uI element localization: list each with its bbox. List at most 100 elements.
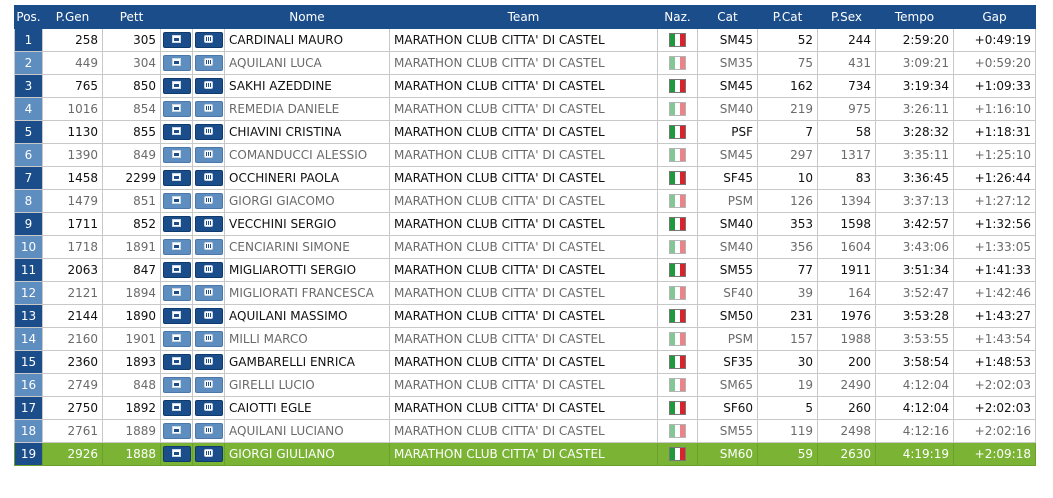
table-row[interactable]: 9 1711 852 VECCHINI SERGIO MARATHON CLUB CIT… <box>14 212 1036 236</box>
photo-icon[interactable] <box>162 262 191 278</box>
col-psex[interactable]: P.Sex <box>817 5 876 29</box>
video-icon[interactable] <box>194 124 223 140</box>
row-cat: SM55 <box>697 419 758 443</box>
photo-icon[interactable] <box>162 308 191 324</box>
table-row[interactable]: 10 1718 1891 CENCIARINI SIMONE MARATHON CLUB… <box>14 235 1036 259</box>
table-row[interactable]: 14 2160 1901 MILLI MARCO MARATHON CLUB CITTA… <box>14 327 1036 351</box>
table-row[interactable]: 5 1130 855 CHIAVINI CRISTINA MARATHON CLUB C… <box>14 120 1036 144</box>
photo-icon[interactable] <box>162 124 191 140</box>
table-row[interactable]: 12 2121 1894 MIGLIORATI FRANCESCA MARATHON C… <box>14 281 1036 305</box>
table-row[interactable]: 13 2144 1890 AQUILANI MASSIMO MARATHON CLUB … <box>14 304 1036 328</box>
col-tempo[interactable]: Tempo <box>875 5 954 29</box>
video-icon[interactable] <box>194 285 223 301</box>
row-name[interactable]: CAIOTTI EGLE <box>224 396 390 420</box>
col-pcat[interactable]: P.Cat <box>757 5 818 29</box>
table-row[interactable]: 15 2360 1893 GAMBARELLI ENRICA MARATHON CLUB… <box>14 350 1036 374</box>
table-row[interactable]: 3 765 850 SAKHI AZEDDINE MARATHON CLUB CITTA… <box>14 74 1036 98</box>
photo-icon[interactable] <box>162 193 191 209</box>
photo-icon[interactable] <box>162 400 191 416</box>
row-gap: +1:48:53 <box>953 350 1036 374</box>
col-naz[interactable]: Naz. <box>657 5 698 29</box>
col-gap[interactable]: Gap <box>953 5 1036 29</box>
video-icon[interactable] <box>194 262 223 278</box>
row-name[interactable]: SAKHI AZEDDINE <box>224 74 390 98</box>
row-pcat: 75 <box>757 51 818 75</box>
video-icon[interactable] <box>194 55 223 71</box>
row-tempo: 3:53:28 <box>875 304 954 328</box>
row-name[interactable]: GIORGI GIULIANO <box>224 442 390 466</box>
row-name[interactable]: CARDINALI MAURO <box>224 28 390 52</box>
row-pett: 305 <box>102 28 161 52</box>
photo-icon[interactable] <box>162 170 191 186</box>
video-icon[interactable] <box>194 216 223 232</box>
table-row[interactable]: 17 2750 1892 CAIOTTI EGLE MARATHON CLUB CITT… <box>14 396 1036 420</box>
photo-icon[interactable] <box>162 354 191 370</box>
photo-icon[interactable] <box>162 285 191 301</box>
table-row[interactable]: 4 1016 854 REMEDIA DANIELE MARATHON CLUB CIT… <box>14 97 1036 121</box>
col-team[interactable]: Team <box>389 5 658 29</box>
video-icon[interactable] <box>194 423 223 439</box>
col-cat[interactable]: Cat <box>697 5 758 29</box>
video-icon[interactable] <box>194 308 223 324</box>
video-icon[interactable] <box>194 170 223 186</box>
row-name[interactable]: AQUILANI LUCA <box>224 51 390 75</box>
row-name[interactable]: AQUILANI MASSIMO <box>224 304 390 328</box>
photo-icon[interactable] <box>162 55 191 71</box>
row-name[interactable]: REMEDIA DANIELE <box>224 97 390 121</box>
row-name[interactable]: VECCHINI SERGIO <box>224 212 390 236</box>
photo-icon[interactable] <box>162 101 191 117</box>
row-psex: 1394 <box>817 189 876 213</box>
row-pett: 1894 <box>102 281 161 305</box>
table-row[interactable]: 6 1390 849 COMANDUCCI ALESSIO MARATHON CLUB … <box>14 143 1036 167</box>
table-row[interactable]: 19 2926 1888 GIORGI GIULIANO MARATHON CLUB C… <box>14 442 1036 466</box>
photo-icon[interactable] <box>162 147 191 163</box>
row-name[interactable]: CHIAVINI CRISTINA <box>224 120 390 144</box>
photo-icon[interactable] <box>162 32 191 48</box>
photo-icon[interactable] <box>162 377 191 393</box>
row-name[interactable]: MILLI MARCO <box>224 327 390 351</box>
row-name[interactable]: GIORGI GIACOMO <box>224 189 390 213</box>
table-row[interactable]: 18 2761 1889 AQUILANI LUCIANO MARATHON CLUB … <box>14 419 1036 443</box>
row-pett: 854 <box>102 97 161 121</box>
row-name[interactable]: GAMBARELLI ENRICA <box>224 350 390 374</box>
video-icon[interactable] <box>194 400 223 416</box>
video-icon[interactable] <box>194 354 223 370</box>
video-icon[interactable] <box>194 78 223 94</box>
col-pos[interactable]: Pos. <box>14 5 43 29</box>
table-row[interactable]: 1 258 305 CARDINALI MAURO MARATHON CLUB CITT… <box>14 28 1036 52</box>
row-pcat: 356 <box>757 235 818 259</box>
row-position: 7 <box>14 166 43 190</box>
table-row[interactable]: 16 2749 848 GIRELLI LUCIO MARATHON CLUB CITT… <box>14 373 1036 397</box>
row-gap: +2:09:18 <box>953 442 1036 466</box>
photo-icon[interactable] <box>162 446 191 462</box>
row-name[interactable]: COMANDUCCI ALESSIO <box>224 143 390 167</box>
row-name[interactable]: AQUILANI LUCIANO <box>224 419 390 443</box>
table-row[interactable]: 11 2063 847 MIGLIAROTTI SERGIO MARATHON CLUB… <box>14 258 1036 282</box>
row-cat: SM65 <box>697 373 758 397</box>
video-icon[interactable] <box>194 446 223 462</box>
photo-icon[interactable] <box>162 216 191 232</box>
video-icon[interactable] <box>194 377 223 393</box>
col-pett[interactable]: Pett <box>102 5 161 29</box>
row-name[interactable]: OCCHINERI PAOLA <box>224 166 390 190</box>
table-row[interactable]: 8 1479 851 GIORGI GIACOMO MARATHON CLUB CITT… <box>14 189 1036 213</box>
col-nome[interactable]: Nome <box>224 5 390 29</box>
row-name[interactable]: MIGLIORATI FRANCESCA <box>224 281 390 305</box>
row-position: 1 <box>14 28 43 52</box>
video-icon[interactable] <box>194 101 223 117</box>
row-name[interactable]: CENCIARINI SIMONE <box>224 235 390 259</box>
table-row[interactable]: 7 1458 2299 OCCHINERI PAOLA MARATHON CLUB CI… <box>14 166 1036 190</box>
table-row[interactable]: 2 449 304 AQUILANI LUCA MARATHON CLUB CITTA'… <box>14 51 1036 75</box>
photo-icon[interactable] <box>162 239 191 255</box>
video-icon[interactable] <box>194 147 223 163</box>
video-icon[interactable] <box>194 193 223 209</box>
video-icon[interactable] <box>194 331 223 347</box>
photo-icon[interactable] <box>162 78 191 94</box>
row-name[interactable]: MIGLIAROTTI SERGIO <box>224 258 390 282</box>
video-icon[interactable] <box>194 32 223 48</box>
video-icon[interactable] <box>194 239 223 255</box>
row-name[interactable]: GIRELLI LUCIO <box>224 373 390 397</box>
photo-icon[interactable] <box>162 423 191 439</box>
photo-icon[interactable] <box>162 331 191 347</box>
col-pgen[interactable]: P.Gen <box>42 5 103 29</box>
